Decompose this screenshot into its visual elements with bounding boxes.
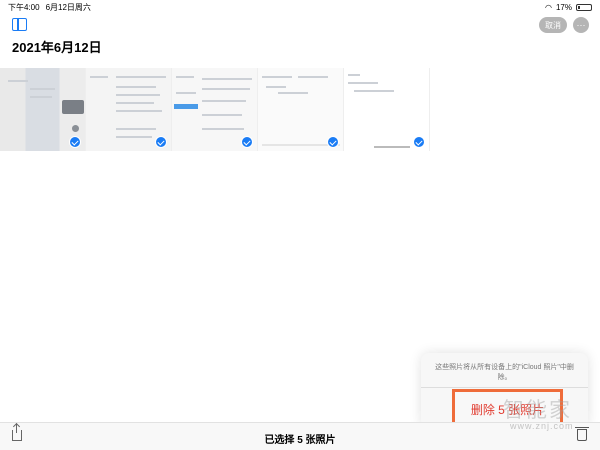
- selected-check-icon: [241, 136, 253, 148]
- cancel-button[interactable]: 取消: [539, 17, 567, 33]
- selected-check-icon: [327, 136, 339, 148]
- more-options-button[interactable]: ···: [573, 17, 589, 33]
- status-date: 6月12日周六: [45, 2, 91, 12]
- photo-thumbnail[interactable]: [344, 68, 430, 151]
- selected-check-icon: [413, 136, 425, 148]
- delete-warning-message: 这些照片将从所有设备上的"iCloud 照片"中删除。: [435, 364, 574, 381]
- battery-percent: 17%: [555, 2, 572, 12]
- photo-thumbnail[interactable]: [258, 68, 344, 151]
- battery-icon: [576, 3, 592, 11]
- status-bar: 下午4:00 6月12日周六 ◠ 17%: [0, 0, 600, 14]
- photo-grid: [0, 68, 430, 151]
- status-time: 下午4:00: [8, 2, 40, 12]
- selection-count-label: 已选择 5 张照片: [264, 435, 336, 446]
- trash-icon[interactable]: [575, 427, 589, 441]
- wifi-icon: ◠: [545, 2, 552, 12]
- photo-thumbnail[interactable]: [0, 68, 86, 151]
- page-title: 2021年6月12日: [12, 40, 102, 55]
- selected-check-icon: [155, 136, 167, 148]
- sidebar-toggle-icon[interactable]: [12, 18, 27, 31]
- watermark-url: www.znj.com: [510, 421, 574, 431]
- selected-check-icon: [69, 136, 81, 148]
- watermark-text: 智能家: [503, 399, 572, 422]
- popover-divider: [421, 387, 588, 388]
- photo-thumbnail[interactable]: [86, 68, 172, 151]
- photo-thumbnail[interactable]: [172, 68, 258, 151]
